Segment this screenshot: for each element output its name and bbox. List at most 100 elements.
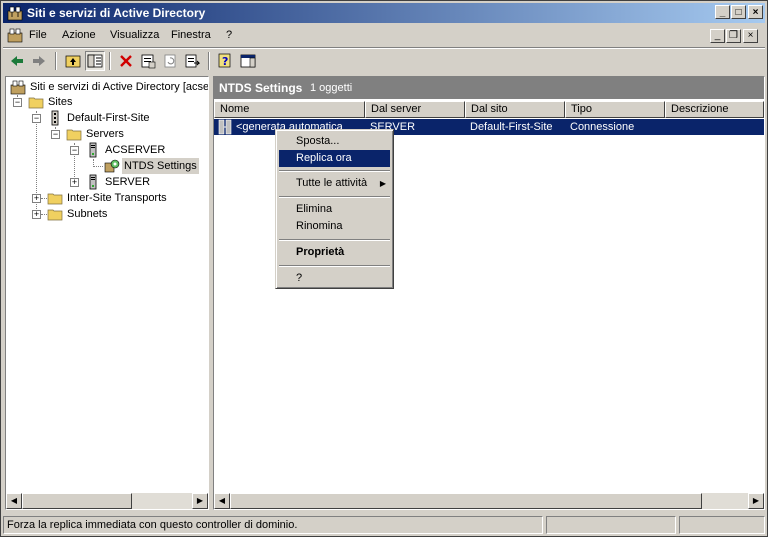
back-arrow-icon — [11, 56, 23, 66]
scroll-left-icon: ◀ — [10, 496, 18, 505]
context-menu-tutte-le-attivita[interactable]: Tutte le attività ▶ — [279, 175, 390, 192]
menu-azione[interactable]: Azione — [62, 29, 96, 41]
refresh-button[interactable] — [160, 51, 180, 71]
menu-item-label: ? — [296, 272, 303, 284]
tree-root-label: Siti e servizi di Active Directory [acse… — [30, 81, 209, 93]
console-tree-pane[interactable]: Siti e servizi di Active Directory [acse… — [5, 76, 209, 510]
tree-item-label: NTDS Settings — [122, 158, 199, 174]
scroll-right-button[interactable]: ▶ — [748, 493, 764, 509]
minimize-button[interactable]: _ — [715, 5, 730, 19]
tree-horizontal-scrollbar[interactable]: ◀ ▶ — [6, 493, 208, 509]
folder-up-icon — [65, 55, 81, 68]
maximize-button[interactable]: □ — [731, 5, 746, 19]
row-from-site: Default-First-Site — [470, 121, 553, 133]
context-menu-elimina[interactable]: Elimina — [279, 201, 390, 218]
column-header-descrizione[interactable]: Descrizione — [665, 101, 764, 118]
menu-item-label: Rinomina — [296, 220, 343, 232]
row-type: Connessione — [570, 121, 635, 133]
tree-connector — [93, 166, 103, 167]
tree-item-label: SERVER — [105, 176, 151, 188]
details-horizontal-scrollbar[interactable]: ◀ ▶ — [214, 493, 764, 509]
context-menu: Sposta... Replica ora Tutte le attività ▶… — [275, 129, 394, 289]
menu-item-label: Elimina — [296, 203, 333, 215]
active-directory-sites-icon — [7, 6, 23, 21]
menu-separator — [279, 196, 390, 198]
scroll-left-icon: ◀ — [218, 496, 226, 505]
show-hide-action-pane-button[interactable] — [238, 51, 258, 71]
connection-icon — [218, 119, 232, 135]
context-menu-replica-ora[interactable]: Replica ora — [279, 150, 390, 167]
collapse-acserver-toggle[interactable]: − — [70, 146, 79, 155]
tree-item-label: Subnets — [67, 208, 108, 220]
context-menu-sposta[interactable]: Sposta... — [279, 133, 390, 150]
menu-visualizza[interactable]: Visualizza — [110, 29, 159, 41]
menu-separator — [279, 265, 390, 267]
mdi-close-button[interactable]: × — [743, 29, 758, 43]
scroll-left-button[interactable]: ◀ — [214, 493, 230, 509]
tree-item-label: Sites — [48, 96, 73, 108]
up-level-button[interactable] — [63, 51, 83, 71]
expand-inter-site-toggle[interactable]: + — [32, 194, 41, 203]
menu-file[interactable]: File — [29, 29, 47, 41]
tree-item-label: Servers — [86, 128, 124, 140]
close-button[interactable]: × — [748, 5, 763, 19]
scroll-thumb[interactable] — [22, 493, 132, 509]
menu-item-label: Sposta... — [296, 135, 340, 147]
status-panel-2 — [546, 516, 676, 534]
properties-button[interactable] — [138, 51, 158, 71]
forward-button[interactable] — [29, 51, 49, 71]
menu-item-label: Tutte le attività — [296, 177, 368, 189]
column-header-dal-sito[interactable]: Dal sito — [465, 101, 565, 118]
context-menu-rinomina[interactable]: Rinomina — [279, 218, 390, 235]
toolbar-separator — [109, 52, 111, 70]
status-bar: Forza la replica immediata con questo co… — [3, 515, 765, 535]
menu-bar: File Azione Visualizza Finestra ? _ ❐ × — [3, 25, 765, 48]
mdi-close-icon: × — [747, 30, 754, 41]
collapse-sites-toggle[interactable]: − — [13, 98, 22, 107]
column-header-tipo[interactable]: Tipo — [565, 101, 665, 118]
svg-text:?: ? — [222, 55, 228, 68]
column-header-nome[interactable]: Nome — [214, 101, 365, 118]
help-button[interactable]: ? — [216, 51, 236, 71]
export-list-button[interactable] — [182, 51, 202, 71]
console-icon — [7, 28, 23, 43]
menu-separator — [279, 239, 390, 241]
mdi-restore-button[interactable]: ❐ — [726, 29, 741, 43]
menu-item-label: Replica ora — [296, 152, 352, 164]
console-tree-icon — [87, 54, 103, 68]
forward-arrow-icon — [33, 56, 45, 66]
toolbar-separator — [55, 52, 57, 70]
collapse-servers-toggle[interactable]: − — [51, 130, 60, 139]
delete-button[interactable] — [116, 51, 136, 71]
active-directory-sites-icon — [10, 80, 26, 95]
scroll-right-icon: ▶ — [752, 496, 760, 505]
scroll-thumb[interactable] — [230, 493, 702, 509]
back-button[interactable] — [7, 51, 27, 71]
export-list-icon — [185, 54, 200, 68]
show-hide-tree-button[interactable] — [85, 51, 105, 71]
menu-help[interactable]: ? — [226, 29, 232, 41]
collapse-site-toggle[interactable]: − — [32, 114, 41, 123]
folder-icon — [47, 209, 63, 221]
server-icon — [89, 174, 97, 190]
details-header: NTDS Settings 1 oggetti — [214, 77, 764, 99]
title-bar[interactable]: Siti e servizi di Active Directory _ □ × — [3, 3, 765, 23]
details-title: NTDS Settings — [219, 81, 303, 95]
toolbar: ? — [3, 48, 765, 75]
submenu-arrow-icon: ▶ — [379, 179, 386, 188]
scroll-right-icon: ▶ — [196, 496, 204, 505]
properties-icon — [141, 54, 156, 69]
expand-server-toggle[interactable]: + — [70, 178, 79, 187]
tree-item-label: Inter-Site Transports — [67, 192, 167, 204]
scroll-right-button[interactable]: ▶ — [192, 493, 208, 509]
menu-finestra[interactable]: Finestra — [171, 29, 211, 41]
expand-subnets-toggle[interactable]: + — [32, 210, 41, 219]
context-menu-proprieta[interactable]: Proprietà — [279, 244, 390, 261]
context-menu-help[interactable]: ? — [279, 270, 390, 287]
scroll-left-button[interactable]: ◀ — [6, 493, 22, 509]
column-header-dal-server[interactable]: Dal server — [365, 101, 465, 118]
tree-item-label: Default-First-Site — [67, 112, 150, 124]
minimize-icon: _ — [719, 7, 726, 18]
mdi-minimize-button[interactable]: _ — [710, 29, 725, 43]
folder-icon — [66, 129, 82, 141]
